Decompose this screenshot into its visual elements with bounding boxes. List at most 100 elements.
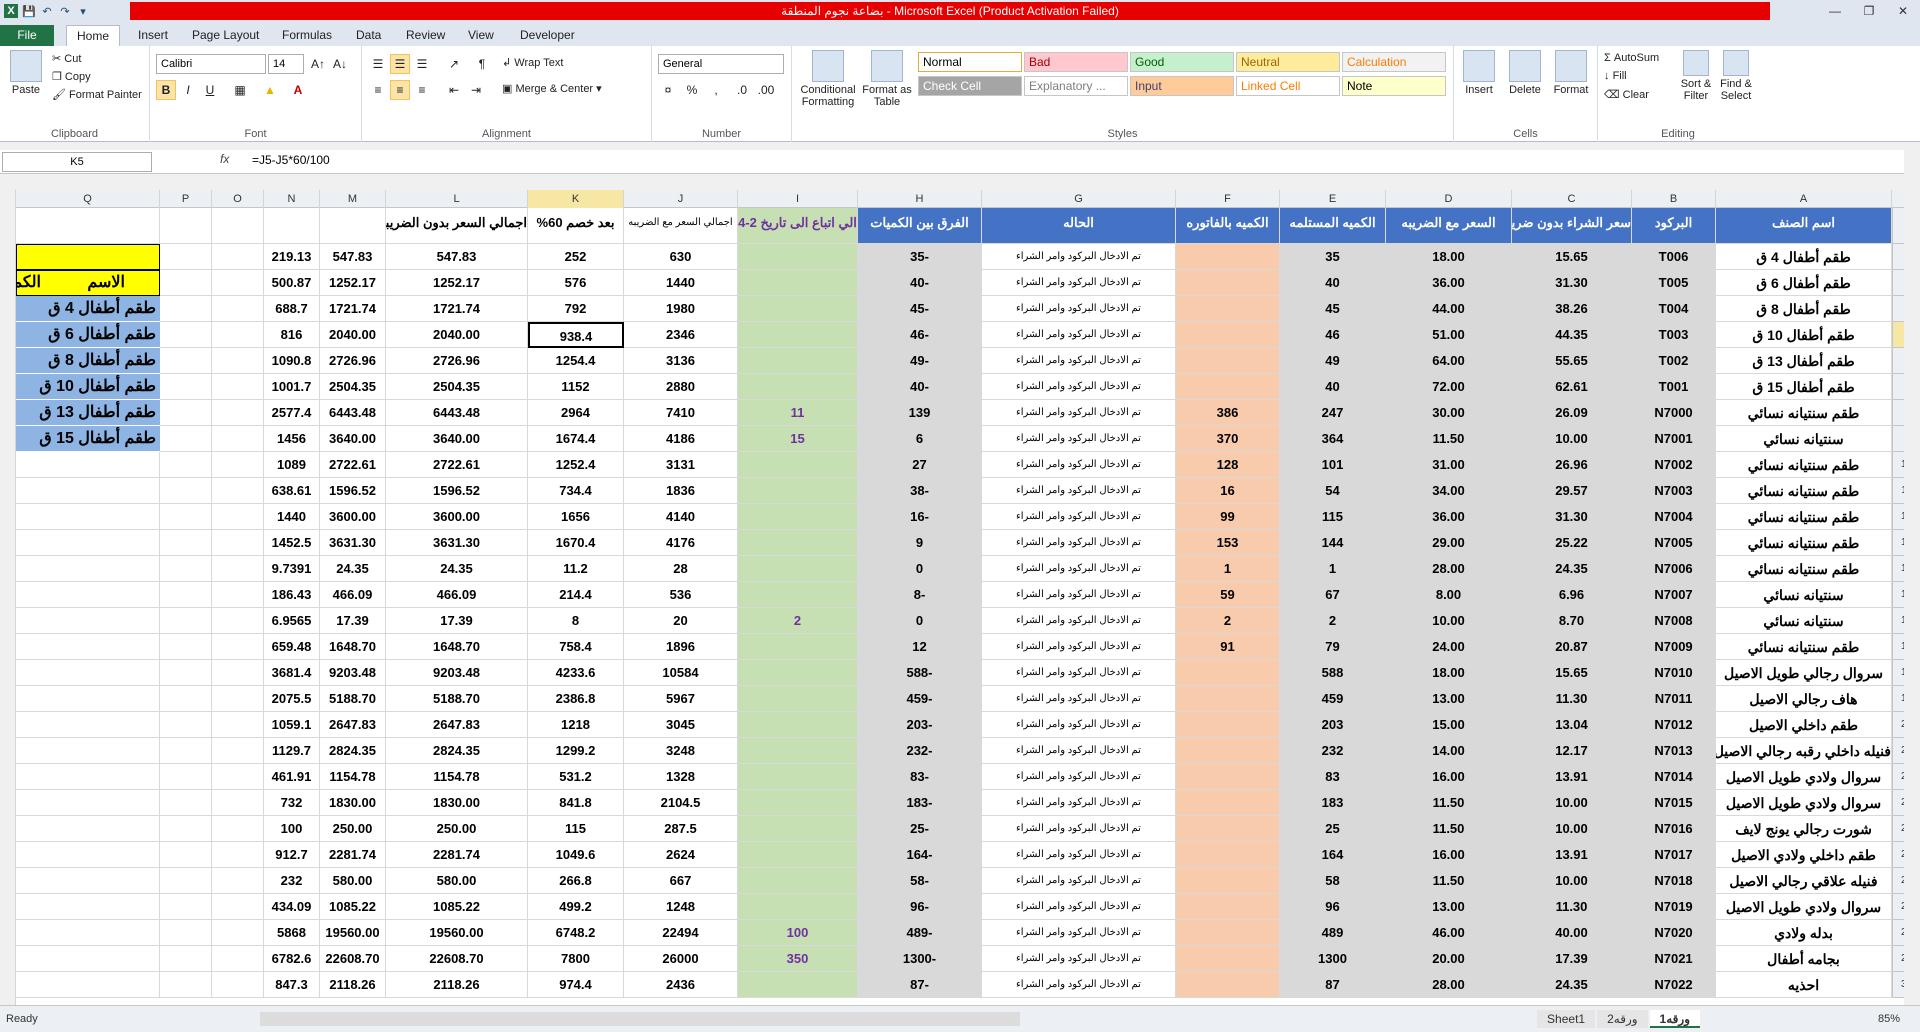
bold-button[interactable]: B: [156, 80, 176, 100]
cell-qty-received[interactable]: 35: [1280, 244, 1386, 270]
shrink-font-button[interactable]: A↓: [330, 54, 350, 74]
empty-cell[interactable]: [16, 868, 160, 894]
header-c[interactable]: سعر الشراء بدون ضريبه: [1512, 208, 1632, 244]
cell-n[interactable]: 912.7: [264, 842, 320, 868]
cell-status[interactable]: تم الادخال البركود وامر الشراء: [982, 816, 1176, 842]
font-family-select[interactable]: Calibri: [156, 54, 266, 74]
cell-status[interactable]: تم الادخال البركود وامر الشراء: [982, 608, 1176, 634]
minimize-icon[interactable]: —: [1818, 0, 1852, 22]
side-item-name[interactable]: طقم أطفال 8 ق: [16, 348, 160, 374]
cell-total-no-tax[interactable]: 2647.83: [386, 712, 528, 738]
cell-after-discount[interactable]: 1299.2: [528, 738, 624, 764]
tab-home[interactable]: Home: [66, 25, 121, 46]
cell-qty-difference[interactable]: -8: [858, 582, 982, 608]
zoom-level[interactable]: 85%: [1878, 1013, 1900, 1025]
cell-barcode[interactable]: N7012: [1632, 712, 1716, 738]
empty-cell[interactable]: [160, 894, 212, 920]
cell-m[interactable]: 2722.61: [320, 452, 386, 478]
cell-qty-received[interactable]: 364: [1280, 426, 1386, 452]
empty-cell[interactable]: [212, 374, 264, 400]
cell-total-with-tax[interactable]: 2880: [624, 374, 738, 400]
cell-item-name[interactable]: طقم سنتيانه نسائي: [1716, 400, 1892, 426]
empty-cell[interactable]: [160, 530, 212, 556]
cell-price-with-tax[interactable]: 44.00: [1386, 296, 1512, 322]
column-header-f[interactable]: F: [1176, 190, 1280, 208]
cell-price-no-tax[interactable]: 55.65: [1512, 348, 1632, 374]
cell-m[interactable]: 466.09: [320, 582, 386, 608]
cell-price-no-tax[interactable]: 24.35: [1512, 556, 1632, 582]
empty-cell[interactable]: [160, 842, 212, 868]
cell-total-with-tax[interactable]: 4176: [624, 530, 738, 556]
sort-filter-button[interactable]: Sort & Filter: [1678, 50, 1714, 102]
empty-cell[interactable]: [16, 842, 160, 868]
cell-barcode[interactable]: N7010: [1632, 660, 1716, 686]
cell-total-no-tax[interactable]: 1154.78: [386, 764, 528, 790]
cell-status[interactable]: تم الادخال البركود وامر الشراء: [982, 504, 1176, 530]
cell-price-no-tax[interactable]: 31.30: [1512, 270, 1632, 296]
cell-status[interactable]: تم الادخال البركود وامر الشراء: [982, 712, 1176, 738]
cell-item-name[interactable]: سنتيانه نسائي: [1716, 582, 1892, 608]
cell-n[interactable]: 1090.8: [264, 348, 320, 374]
empty-cell[interactable]: [212, 348, 264, 374]
empty-cell[interactable]: [212, 842, 264, 868]
undo-icon[interactable]: ↶: [40, 4, 54, 18]
cut-button[interactable]: ✂ Cut: [52, 52, 81, 65]
delete-cells-button[interactable]: Delete: [1504, 50, 1546, 96]
empty-cell[interactable]: [16, 946, 160, 972]
cell-n[interactable]: 3681.4: [264, 660, 320, 686]
empty-cell[interactable]: [160, 556, 212, 582]
format-as-table-button[interactable]: Format as Table: [862, 50, 912, 108]
sheet-tab-2[interactable]: ورقه2: [1597, 1010, 1648, 1028]
cell-after-discount[interactable]: 1152: [528, 374, 624, 400]
empty-cell[interactable]: [160, 738, 212, 764]
cell-total-with-tax[interactable]: 1328: [624, 764, 738, 790]
cell-status[interactable]: تم الادخال البركود وامر الشراء: [982, 738, 1176, 764]
cell-status[interactable]: تم الادخال البركود وامر الشراء: [982, 296, 1176, 322]
cell-total-with-tax[interactable]: 26000: [624, 946, 738, 972]
cell-sold-qty[interactable]: [738, 322, 858, 348]
cell-price-no-tax[interactable]: 13.04: [1512, 712, 1632, 738]
cell-qty-invoice[interactable]: 91: [1176, 634, 1280, 660]
cell-qty-invoice[interactable]: [1176, 946, 1280, 972]
cell-m[interactable]: 2118.26: [320, 972, 386, 998]
empty-cell[interactable]: [16, 478, 160, 504]
empty-cell[interactable]: [16, 738, 160, 764]
cell-price-no-tax[interactable]: 11.30: [1512, 686, 1632, 712]
cell-price-with-tax[interactable]: 34.00: [1386, 478, 1512, 504]
empty-cell[interactable]: [160, 868, 212, 894]
cell-after-discount[interactable]: 974.4: [528, 972, 624, 998]
cell-qty-difference[interactable]: 139: [858, 400, 982, 426]
cell-after-discount[interactable]: 792: [528, 296, 624, 322]
cell-price-no-tax[interactable]: 15.65: [1512, 660, 1632, 686]
cell-price-no-tax[interactable]: 24.35: [1512, 972, 1632, 998]
cell-item-name[interactable]: سنتيانه نسائي: [1716, 426, 1892, 452]
cell-qty-invoice[interactable]: [1176, 374, 1280, 400]
cell-qty-difference[interactable]: -164: [858, 842, 982, 868]
empty-cell[interactable]: [212, 972, 264, 998]
empty-cell[interactable]: [160, 816, 212, 842]
cell-total-with-tax[interactable]: 20: [624, 608, 738, 634]
cell-qty-difference[interactable]: -459: [858, 686, 982, 712]
cell-item-name[interactable]: بدله ولادي: [1716, 920, 1892, 946]
empty-cell[interactable]: [212, 504, 264, 530]
cell-qty-received[interactable]: 232: [1280, 738, 1386, 764]
cell-price-with-tax[interactable]: 11.50: [1386, 868, 1512, 894]
cell-price-no-tax[interactable]: 10.00: [1512, 790, 1632, 816]
align-left-icon[interactable]: ≡: [368, 80, 388, 100]
decrease-decimal-icon[interactable]: .00: [756, 80, 776, 100]
empty-cell[interactable]: [16, 556, 160, 582]
copy-button[interactable]: ❐ Copy: [52, 70, 91, 83]
cell-item-name[interactable]: بجامه أطفال: [1716, 946, 1892, 972]
currency-icon[interactable]: ¤: [658, 80, 678, 100]
cell-price-no-tax[interactable]: 6.96: [1512, 582, 1632, 608]
cell-n[interactable]: 5868: [264, 920, 320, 946]
insert-function-icon[interactable]: fx: [220, 152, 229, 166]
cell-price-no-tax[interactable]: 13.91: [1512, 842, 1632, 868]
cell-barcode[interactable]: N7004: [1632, 504, 1716, 530]
cell-m[interactable]: 17.39: [320, 608, 386, 634]
cell-price-with-tax[interactable]: 13.00: [1386, 894, 1512, 920]
column-header-q[interactable]: Q: [16, 190, 160, 208]
cell-total-no-tax[interactable]: 2281.74: [386, 842, 528, 868]
cell-total-with-tax[interactable]: 5967: [624, 686, 738, 712]
cell-status[interactable]: تم الادخال البركود وامر الشراء: [982, 322, 1176, 348]
